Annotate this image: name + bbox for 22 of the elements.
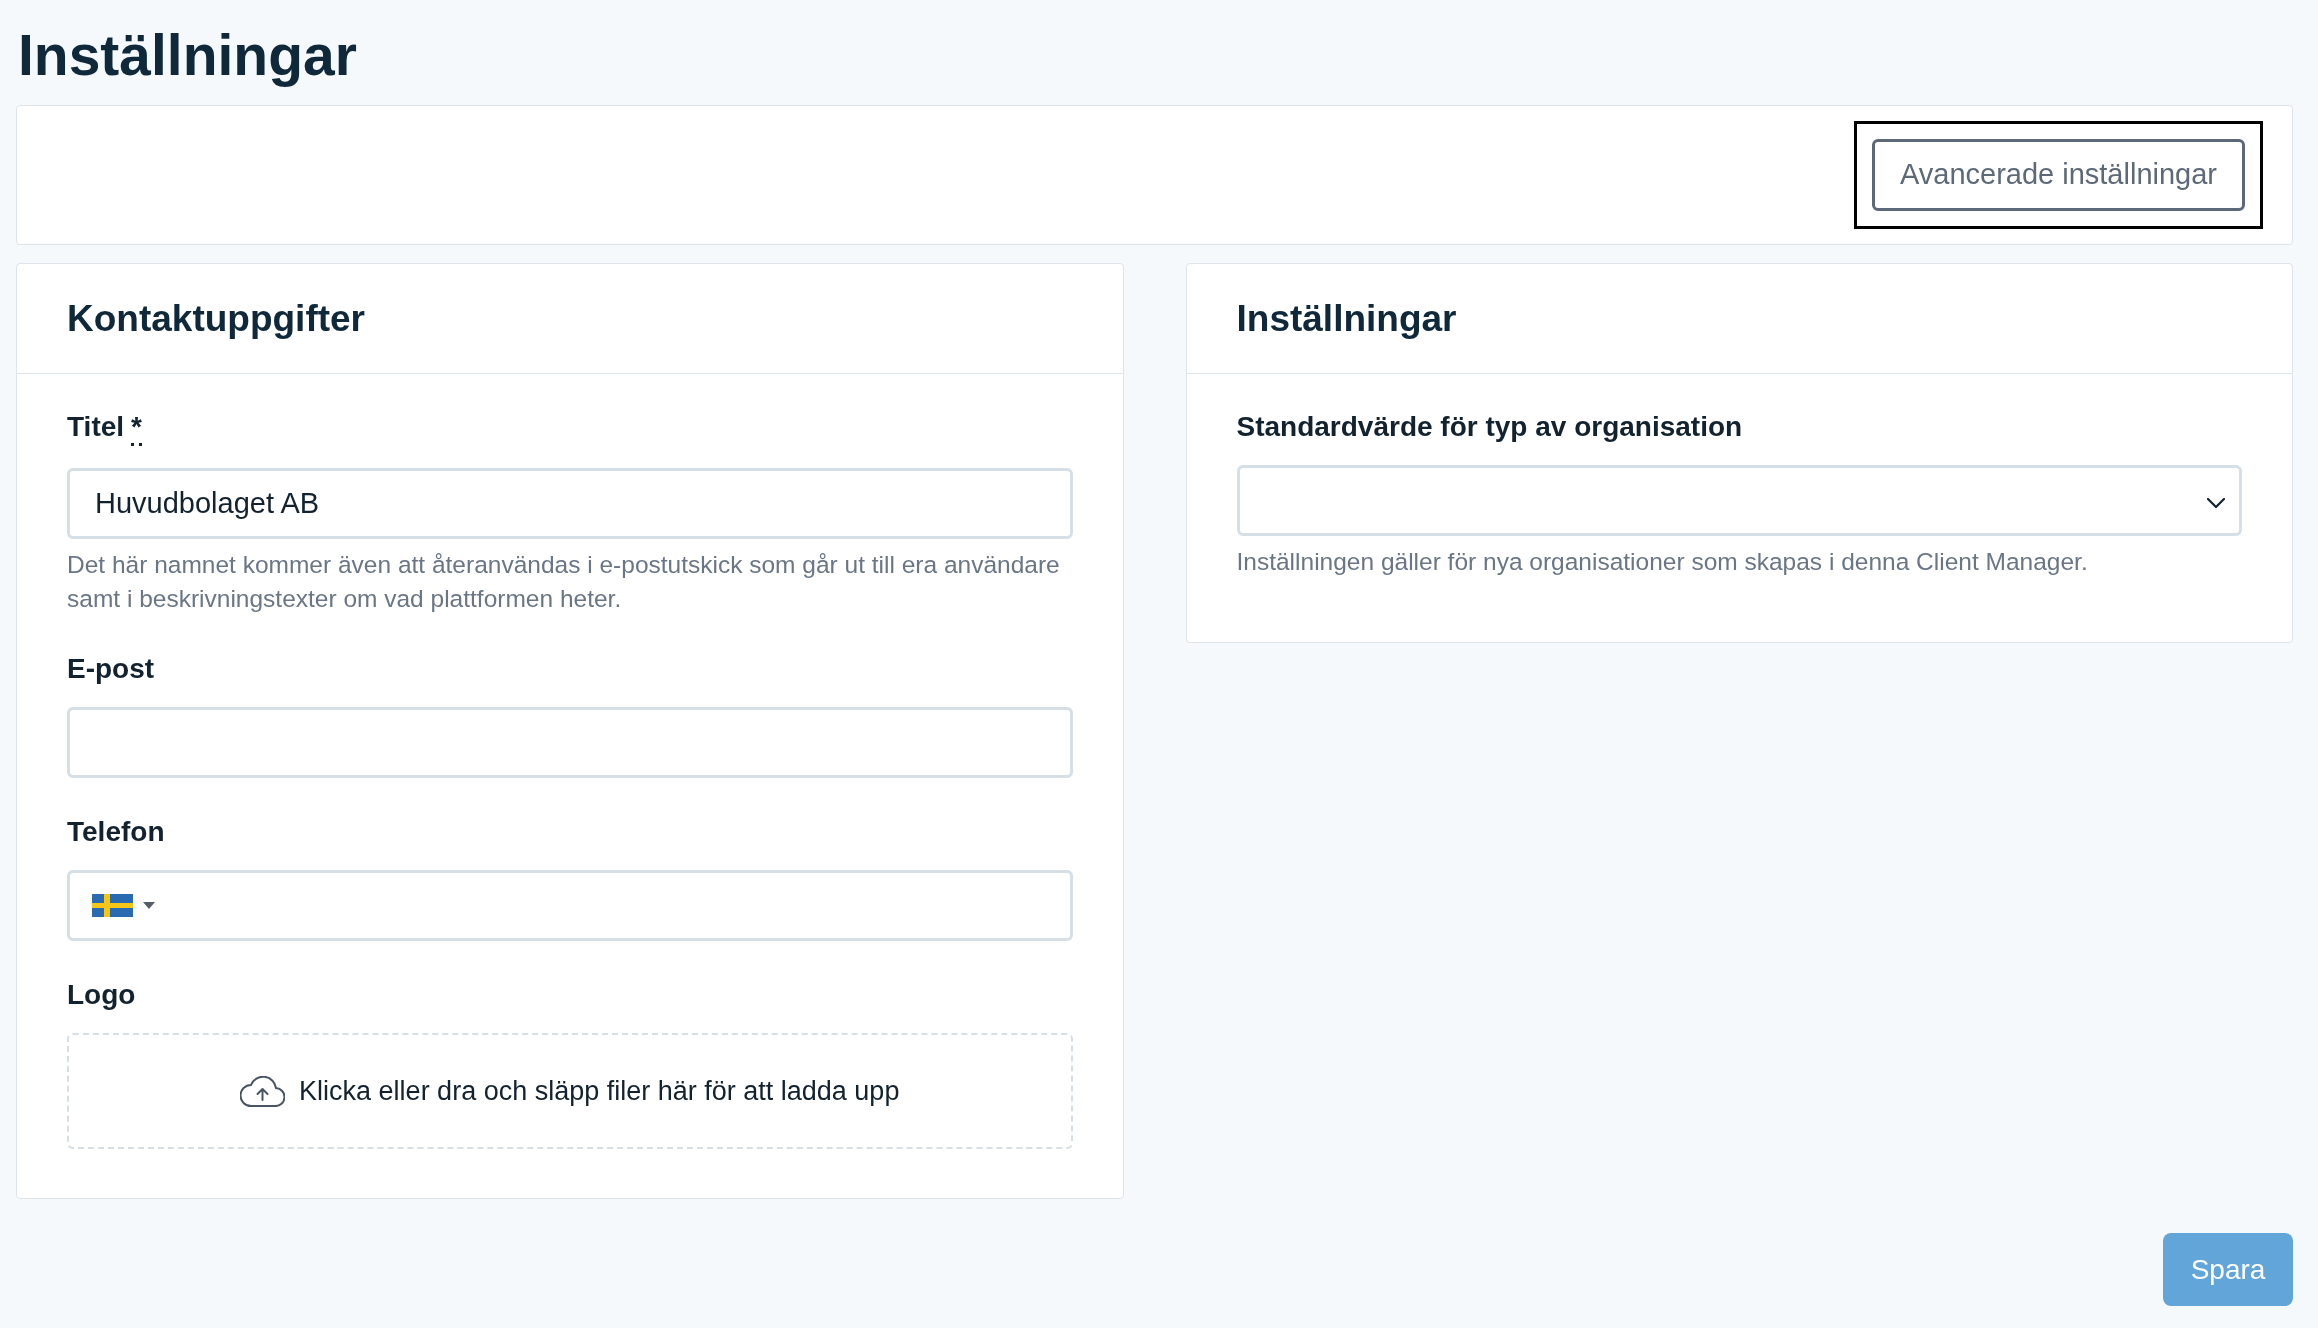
phone-field[interactable]	[67, 870, 1073, 941]
required-mark: *	[131, 411, 142, 446]
field-label: Titel	[67, 411, 125, 443]
chevron-down-icon	[2207, 497, 2225, 508]
sweden-flag-icon[interactable]	[92, 894, 133, 917]
field-label: E-post	[67, 653, 155, 685]
text-field[interactable]: Huvudbolaget AB	[67, 468, 1073, 539]
page-title: Inställningar	[17, 22, 357, 89]
upload-dropzone[interactable]: Klicka eller dra och släpp filer här för att ladda upp	[67, 1033, 1073, 1149]
field-label: Standardvärde för typ av organisation	[1236, 411, 1743, 443]
select-field[interactable]	[1236, 465, 2242, 536]
panel-title: Kontaktuppgifter	[67, 296, 366, 341]
cloud-upload-icon	[240, 1075, 286, 1107]
field-label: Telefon	[67, 816, 165, 848]
help-text: Inställningen gäller för nya organisationer som skapas i denna Client Manager.	[1236, 547, 2089, 577]
caret-icon[interactable]	[143, 902, 155, 909]
upload-prompt: Klicka eller dra och släpp filer här för att ladda upp	[299, 1074, 900, 1108]
panel-title: Inställningar	[1236, 296, 1457, 341]
field-label: Logo	[67, 979, 136, 1011]
text-field[interactable]	[67, 707, 1073, 778]
help-text: Det här namnet kommer även att återanvändas i e-postutskick som går ut till era användare samt i beskrivningstexter om vad plattformen heter.	[67, 550, 1061, 614]
advanced-settings-button[interactable]: Avancerade inställningar	[1871, 139, 2245, 211]
